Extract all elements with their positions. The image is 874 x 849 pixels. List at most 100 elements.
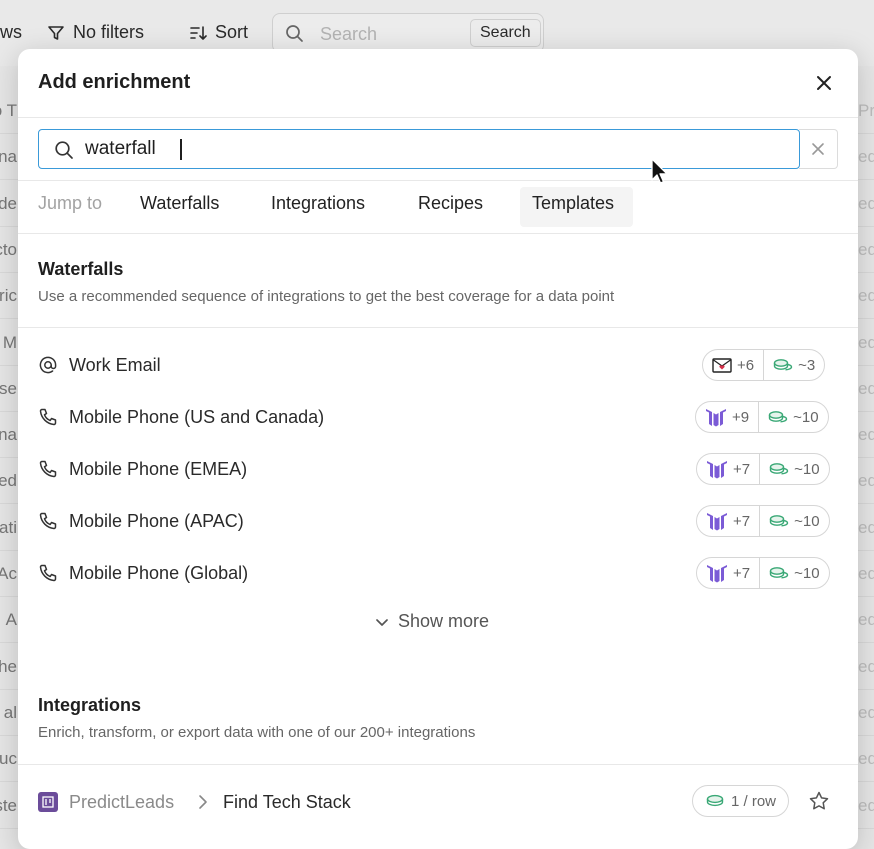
jump-tab-templates[interactable]: Templates bbox=[532, 193, 614, 214]
jump-to-label: Jump to bbox=[38, 193, 103, 213]
background-cell-fragment: ed bbox=[858, 702, 874, 722]
divider bbox=[18, 233, 858, 234]
jump-tab-waterfalls[interactable]: Waterfalls bbox=[140, 193, 219, 214]
background-cell-fragment: he bbox=[0, 656, 17, 676]
integration-credits-badge: 1 / row bbox=[692, 785, 790, 817]
divider bbox=[18, 117, 858, 118]
integration-action: Find Tech Stack bbox=[223, 792, 351, 812]
waterfall-item-label: Mobile Phone (US and Canada) bbox=[69, 407, 325, 427]
credits-icon bbox=[769, 463, 789, 475]
enrichment-search-input[interactable] bbox=[85, 136, 775, 162]
show-more-button[interactable]: Show more bbox=[374, 611, 489, 632]
waterfall-item-mobile-phone-emea[interactable]: Mobile Phone (EMEA) +7 ~10 bbox=[18, 445, 858, 493]
integrations-section-title: Integrations bbox=[38, 695, 142, 715]
waterfall-logo-icon bbox=[707, 565, 727, 583]
background-cell-fragment: ed bbox=[858, 239, 874, 259]
background-cell-fragment: o T bbox=[0, 101, 17, 120]
waterfall-item-badge: +7 ~10 bbox=[696, 557, 830, 589]
waterfall-item-mobile-phone-us[interactable]: Mobile Phone (US and Canada) +9 ~10 bbox=[18, 393, 858, 441]
waterfall-item-mobile-phone-apac[interactable]: Mobile Phone (APAC) +7 ~10 bbox=[18, 497, 858, 545]
credits-icon bbox=[773, 359, 793, 371]
waterfalls-section-title: Waterfalls bbox=[38, 259, 124, 279]
background-cell-fragment: cto bbox=[0, 239, 17, 259]
filter-label: No filters bbox=[73, 22, 145, 42]
providers-count: +9 bbox=[696, 402, 758, 432]
views-button-fragment[interactable]: ws bbox=[0, 22, 22, 43]
background-cell-fragment: ed bbox=[858, 749, 874, 769]
search-icon bbox=[286, 25, 303, 42]
waterfall-logo-icon bbox=[706, 409, 726, 427]
integration-item-find-tech-stack[interactable]: PredictLeads Find Tech Stack 1 / row bbox=[18, 777, 858, 827]
views-label: ws bbox=[0, 22, 22, 42]
table-search-placeholder: Search bbox=[320, 24, 378, 44]
text-caret bbox=[180, 139, 182, 160]
table-search[interactable]: Search Search bbox=[272, 13, 544, 53]
background-cell-fragment: uc bbox=[0, 749, 17, 769]
background-cell-fragment: ed bbox=[858, 147, 874, 167]
waterfall-item-badge: +9 ~10 bbox=[695, 401, 829, 433]
background-cell-fragment: ed bbox=[0, 471, 17, 491]
background-cell-fragment: ed bbox=[858, 332, 874, 352]
modal-title: Add enrichment bbox=[38, 71, 191, 93]
add-enrichment-modal: Add enrichment Jump to Waterfalls Integr… bbox=[18, 49, 858, 849]
sort-button[interactable]: Sort bbox=[189, 22, 248, 43]
waterfalls-section-description: Use a recommended sequence of integratio… bbox=[38, 288, 615, 305]
enrichment-search-field[interactable] bbox=[38, 129, 800, 169]
sort-icon bbox=[190, 25, 207, 40]
clear-search-button[interactable] bbox=[799, 129, 838, 169]
waterfall-item-badge: +7 ~10 bbox=[696, 505, 830, 537]
at-icon bbox=[39, 356, 57, 374]
integrations-section-description: Enrich, transform, or export data with o… bbox=[38, 724, 476, 741]
background-cell-fragment: ste bbox=[0, 795, 17, 815]
credits-icon bbox=[768, 411, 788, 423]
predictleads-logo-icon bbox=[38, 792, 58, 812]
background-cell-fragment: ed bbox=[858, 378, 874, 398]
sort-label: Sort bbox=[215, 22, 249, 42]
credits-icon bbox=[769, 515, 789, 527]
background-cell-fragment: M bbox=[2, 332, 17, 352]
background-cell-fragment: ed bbox=[858, 425, 874, 445]
divider bbox=[18, 764, 858, 765]
background-cell-fragment: ed bbox=[858, 517, 874, 537]
table-search-button[interactable]: Search bbox=[470, 19, 541, 47]
email-icon bbox=[712, 357, 732, 373]
close-icon[interactable] bbox=[813, 72, 835, 94]
credits-icon bbox=[769, 567, 789, 579]
jump-tab-recipes[interactable]: Recipes bbox=[418, 193, 483, 214]
chevron-down-icon bbox=[376, 618, 388, 626]
chevron-right-icon bbox=[199, 795, 207, 809]
credits-count: ~3 bbox=[763, 350, 824, 380]
search-icon bbox=[55, 141, 73, 159]
waterfall-logo-icon bbox=[707, 461, 727, 479]
background-cell-fragment: ed bbox=[858, 193, 874, 213]
credits-icon bbox=[706, 794, 724, 807]
providers-count: +7 bbox=[697, 454, 759, 484]
background-cell-fragment: ed bbox=[858, 795, 874, 815]
waterfall-item-badge: +7 ~10 bbox=[696, 453, 830, 485]
waterfall-item-label: Mobile Phone (Global) bbox=[69, 563, 249, 583]
credits-count: ~10 bbox=[759, 558, 828, 588]
phone-icon bbox=[39, 460, 57, 478]
waterfall-item-label: Mobile Phone (EMEA) bbox=[69, 459, 248, 479]
background-cell-fragment: Ac bbox=[0, 564, 17, 583]
waterfall-item-mobile-phone-global[interactable]: Mobile Phone (Global) +7 ~10 bbox=[18, 549, 858, 597]
jump-tab-integrations[interactable]: Integrations bbox=[271, 193, 365, 214]
star-icon[interactable] bbox=[808, 790, 830, 812]
background-cell-fragment: de bbox=[0, 193, 17, 213]
waterfall-item-label: Mobile Phone (APAC) bbox=[69, 511, 244, 531]
credits-count: ~10 bbox=[759, 454, 828, 484]
phone-icon bbox=[39, 408, 57, 426]
background-cell-fragment: al bbox=[3, 702, 17, 722]
background-cell-fragment: ric bbox=[0, 286, 17, 306]
waterfall-logo-icon bbox=[707, 513, 727, 531]
waterfall-item-work-email[interactable]: Work Email +6 ~3 bbox=[18, 341, 858, 389]
phone-icon bbox=[39, 564, 57, 582]
background-cell-fragment: A bbox=[5, 610, 17, 630]
background-cell-fragment: ed bbox=[858, 656, 874, 676]
background-cell-fragment: ati bbox=[0, 517, 17, 537]
background-cell-fragment: na bbox=[0, 425, 17, 445]
background-cell-fragment: ed bbox=[858, 564, 874, 583]
filter-button[interactable]: No filters bbox=[47, 22, 144, 43]
credits-count: ~10 bbox=[758, 402, 827, 432]
background-cell-fragment: ed bbox=[858, 471, 874, 491]
